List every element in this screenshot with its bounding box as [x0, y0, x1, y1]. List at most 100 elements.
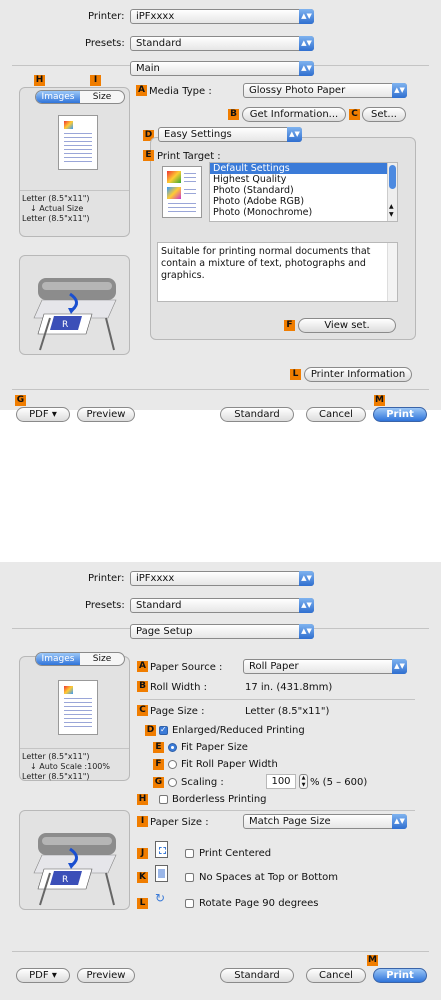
print-button[interactable]: Print — [373, 968, 427, 983]
badge-l: L — [137, 898, 148, 909]
preview-tab-control[interactable]: Images Size — [35, 652, 125, 666]
scroll-thumb[interactable] — [389, 165, 396, 189]
no-spaces-label: No Spaces at Top or Bottom — [199, 872, 339, 883]
get-information-button[interactable]: Get Information... — [242, 107, 346, 122]
list-item[interactable]: Default Settings — [210, 163, 397, 174]
printer-illustration: R — [33, 833, 117, 906]
presets-popup[interactable]: Standard ▲▼ — [130, 598, 314, 613]
pane-value: Main — [136, 63, 160, 74]
scroll-up-icon[interactable]: ▲ — [389, 203, 394, 210]
print-target-list[interactable]: Default Settings Highest Quality Photo (… — [209, 162, 398, 222]
no-spaces-icon — [155, 865, 168, 882]
paper-size-popup[interactable]: Match Page Size ▲▼ — [243, 814, 407, 829]
separator — [20, 190, 129, 191]
media-type-label: Media Type : — [149, 86, 212, 97]
presets-value: Standard — [136, 600, 182, 611]
scaling-label: Scaling : — [181, 777, 224, 788]
no-spaces-checkbox[interactable] — [185, 873, 194, 882]
print-target-thumbnail — [162, 166, 202, 218]
preview-tab-control[interactable]: Images Size — [35, 90, 125, 104]
scaling-input[interactable]: 100 — [266, 774, 296, 789]
printer-information-button[interactable]: Printer Information — [304, 367, 412, 382]
list-scrollbar[interactable]: ▲ ▼ — [387, 163, 397, 221]
presets-value: Standard — [136, 38, 182, 49]
roll-width-value: 17 in. (431.8mm) — [245, 682, 333, 693]
media-type-value: Glossy Photo Paper — [249, 85, 346, 96]
popup-arrows-icon: ▲▼ — [392, 83, 407, 98]
page-preview-thumbnail — [58, 115, 98, 170]
pane-value: Page Setup — [136, 626, 193, 637]
scaling-radio[interactable] — [168, 778, 177, 787]
paper-source-popup[interactable]: Roll Paper ▲▼ — [243, 659, 407, 674]
standard-button[interactable]: Standard — [220, 407, 294, 422]
fit-roll-width-label: Fit Roll Paper Width — [181, 759, 278, 770]
tab-size[interactable]: Size — [80, 653, 124, 665]
presets-popup[interactable]: Standard ▲▼ — [130, 36, 314, 51]
cancel-button[interactable]: Cancel — [306, 968, 366, 983]
pdf-button[interactable]: PDF ▾ — [16, 968, 70, 983]
popup-arrows-icon: ▲▼ — [299, 36, 314, 51]
printer-illustration: R — [33, 278, 117, 351]
badge-e: E — [143, 150, 154, 161]
list-item[interactable]: Photo (Adobe RGB) — [210, 196, 397, 207]
printer-popup[interactable]: iPFxxxx ▲▼ — [130, 9, 314, 24]
preview-button[interactable]: Preview — [77, 968, 135, 983]
tab-size[interactable]: Size — [80, 91, 124, 103]
description-text: Suitable for printing normal documents t… — [161, 246, 371, 281]
tab-images[interactable]: Images — [36, 91, 80, 103]
pane-popup[interactable]: Main ▲▼ — [130, 61, 314, 76]
preview-info-scale: ↓ Auto Scale :100% — [30, 762, 110, 771]
list-item[interactable]: Highest Quality — [210, 174, 397, 185]
list-item[interactable]: Photo (Monochrome) — [210, 207, 397, 218]
preview-info-output: Letter (8.5"x11") — [22, 214, 90, 223]
preview-info-source: Letter (8.5"x11") — [22, 194, 90, 203]
cancel-button[interactable]: Cancel — [306, 407, 366, 422]
settings-mode-popup[interactable]: Easy Settings ▲▼ — [158, 127, 302, 142]
separator — [140, 699, 415, 700]
set-button[interactable]: Set... — [362, 107, 406, 122]
separator — [20, 748, 129, 749]
scaling-stepper[interactable]: ▲ ▼ — [299, 774, 308, 789]
badge-i: I — [137, 816, 148, 827]
badge-i: I — [90, 75, 101, 86]
badge-b: B — [137, 681, 148, 692]
print-centered-label: Print Centered — [199, 848, 272, 859]
popup-arrows-icon: ▲▼ — [392, 659, 407, 674]
rotate-page-checkbox[interactable] — [185, 899, 194, 908]
media-type-popup[interactable]: Glossy Photo Paper ▲▼ — [243, 83, 407, 98]
view-set-button[interactable]: View set. — [298, 318, 396, 333]
fit-paper-size-radio[interactable] — [168, 743, 177, 752]
print-target-label: Print Target : — [157, 151, 221, 162]
standard-button[interactable]: Standard — [220, 968, 294, 983]
printer-value: iPFxxxx — [136, 11, 175, 22]
fit-paper-size-label: Fit Paper Size — [181, 742, 248, 753]
badge-d: D — [145, 725, 156, 736]
popup-arrows-icon: ▲▼ — [299, 571, 314, 586]
list-item[interactable]: Photo (Standard) — [210, 185, 397, 196]
print-centered-checkbox[interactable] — [185, 849, 194, 858]
badge-a: A — [137, 661, 148, 672]
badge-c: C — [137, 705, 148, 716]
separator — [12, 951, 429, 952]
tab-images[interactable]: Images — [36, 653, 80, 665]
popup-arrows-icon: ▲▼ — [299, 624, 314, 639]
fit-roll-width-radio[interactable] — [168, 760, 177, 769]
preview-info-scale: ↓ Actual Size — [30, 204, 84, 213]
image-icon — [64, 686, 73, 694]
printer-popup[interactable]: iPFxxxx ▲▼ — [130, 571, 314, 586]
separator — [140, 810, 415, 811]
print-button[interactable]: Print — [373, 407, 427, 422]
pdf-button[interactable]: PDF ▾ — [16, 407, 70, 422]
preview-info-source: Letter (8.5"x11") — [22, 752, 90, 761]
enlarged-reduced-checkbox[interactable] — [159, 725, 168, 735]
svg-text:R: R — [62, 320, 68, 330]
print-centered-icon — [155, 841, 168, 858]
svg-text:R: R — [62, 875, 68, 885]
preview-button[interactable]: Preview — [77, 407, 135, 422]
badge-f: F — [153, 759, 164, 770]
badge-g: G — [15, 395, 26, 406]
badge-j: J — [137, 848, 148, 859]
scroll-down-icon[interactable]: ▼ — [389, 211, 394, 218]
borderless-printing-checkbox[interactable] — [159, 795, 168, 804]
pane-popup[interactable]: Page Setup ▲▼ — [130, 624, 314, 639]
